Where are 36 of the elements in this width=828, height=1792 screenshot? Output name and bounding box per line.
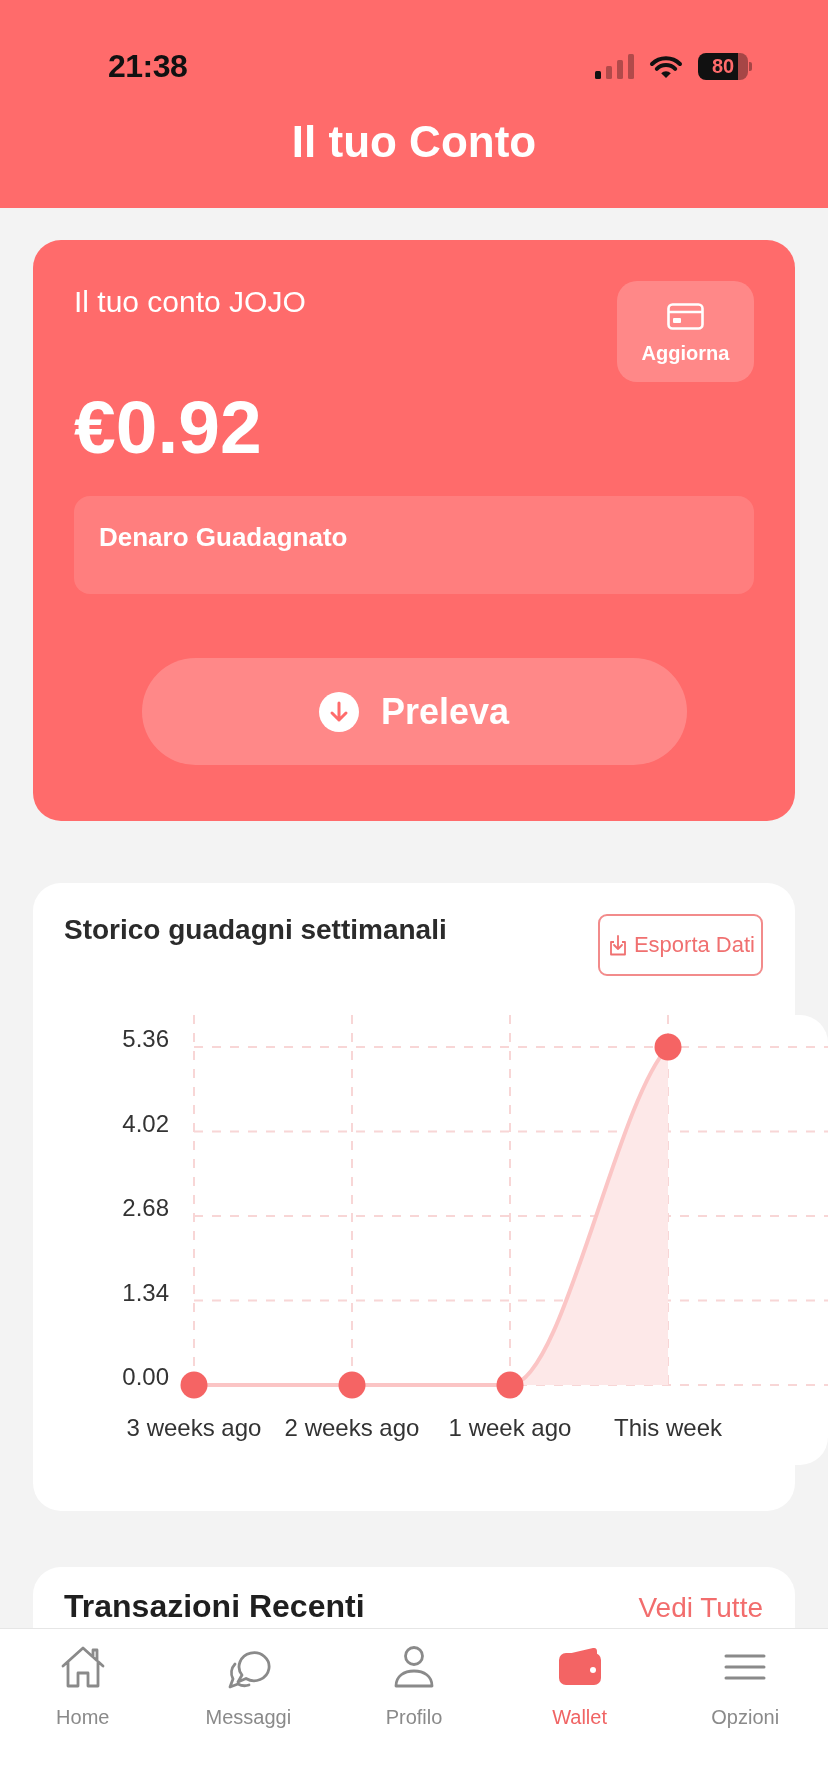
- signal-icon: [595, 53, 634, 79]
- x-axis-label: 3 weeks ago: [126, 1414, 262, 1441]
- wifi-icon: [649, 53, 683, 79]
- header-title: Il tuo Conto: [291, 116, 537, 168]
- earned-money-panel: Denaro Guadagnato: [74, 496, 754, 594]
- export-button[interactable]: Esporta Dati: [597, 914, 763, 976]
- y-axis-label: 2.68: [122, 1194, 169, 1221]
- balance-amount: €0.92: [74, 390, 262, 465]
- data-point: [180, 1371, 208, 1399]
- y-axis-label: 1.34: [122, 1278, 169, 1306]
- withdraw-button[interactable]: Preleva: [141, 658, 687, 765]
- y-axis-label: 5.36: [122, 1025, 169, 1052]
- see-all-link[interactable]: Vedi Tutte: [638, 1591, 763, 1625]
- download-tray-icon: [608, 934, 627, 956]
- tab-bar-item[interactable]: Opzioni: [662, 1629, 828, 1792]
- status-time: 21:38: [108, 50, 188, 82]
- tab-bar-item[interactable]: Profilo: [331, 1629, 497, 1792]
- data-point: [338, 1371, 366, 1399]
- y-axis-label: 0.00: [122, 1363, 169, 1390]
- x-axis-label: 2 weeks ago: [284, 1414, 420, 1441]
- x-axis-label: 1 week ago: [448, 1414, 572, 1441]
- data-point: [496, 1371, 524, 1399]
- chart-title: Storico guadagni settimanali: [64, 914, 447, 946]
- tab-bar-item[interactable]: Messaggi: [165, 1629, 332, 1792]
- refresh-button[interactable]: Aggiorna: [617, 281, 754, 382]
- data-point: [654, 1033, 682, 1061]
- y-axis-label: 4.02: [122, 1109, 169, 1137]
- battery-indicator: 80: [698, 52, 752, 80]
- credit-card-icon: [667, 303, 704, 330]
- tab-bar-item[interactable]: Home: [0, 1629, 166, 1792]
- x-axis-label: This week: [614, 1414, 722, 1441]
- arrow-down-circle-icon: [318, 691, 359, 732]
- section-title: Transazioni Recenti: [64, 1589, 365, 1623]
- account-label: Il tuo conto JOJO: [74, 284, 306, 320]
- home-icon: [59, 1644, 106, 1690]
- tab-bar-item[interactable]: Wallet: [496, 1629, 663, 1792]
